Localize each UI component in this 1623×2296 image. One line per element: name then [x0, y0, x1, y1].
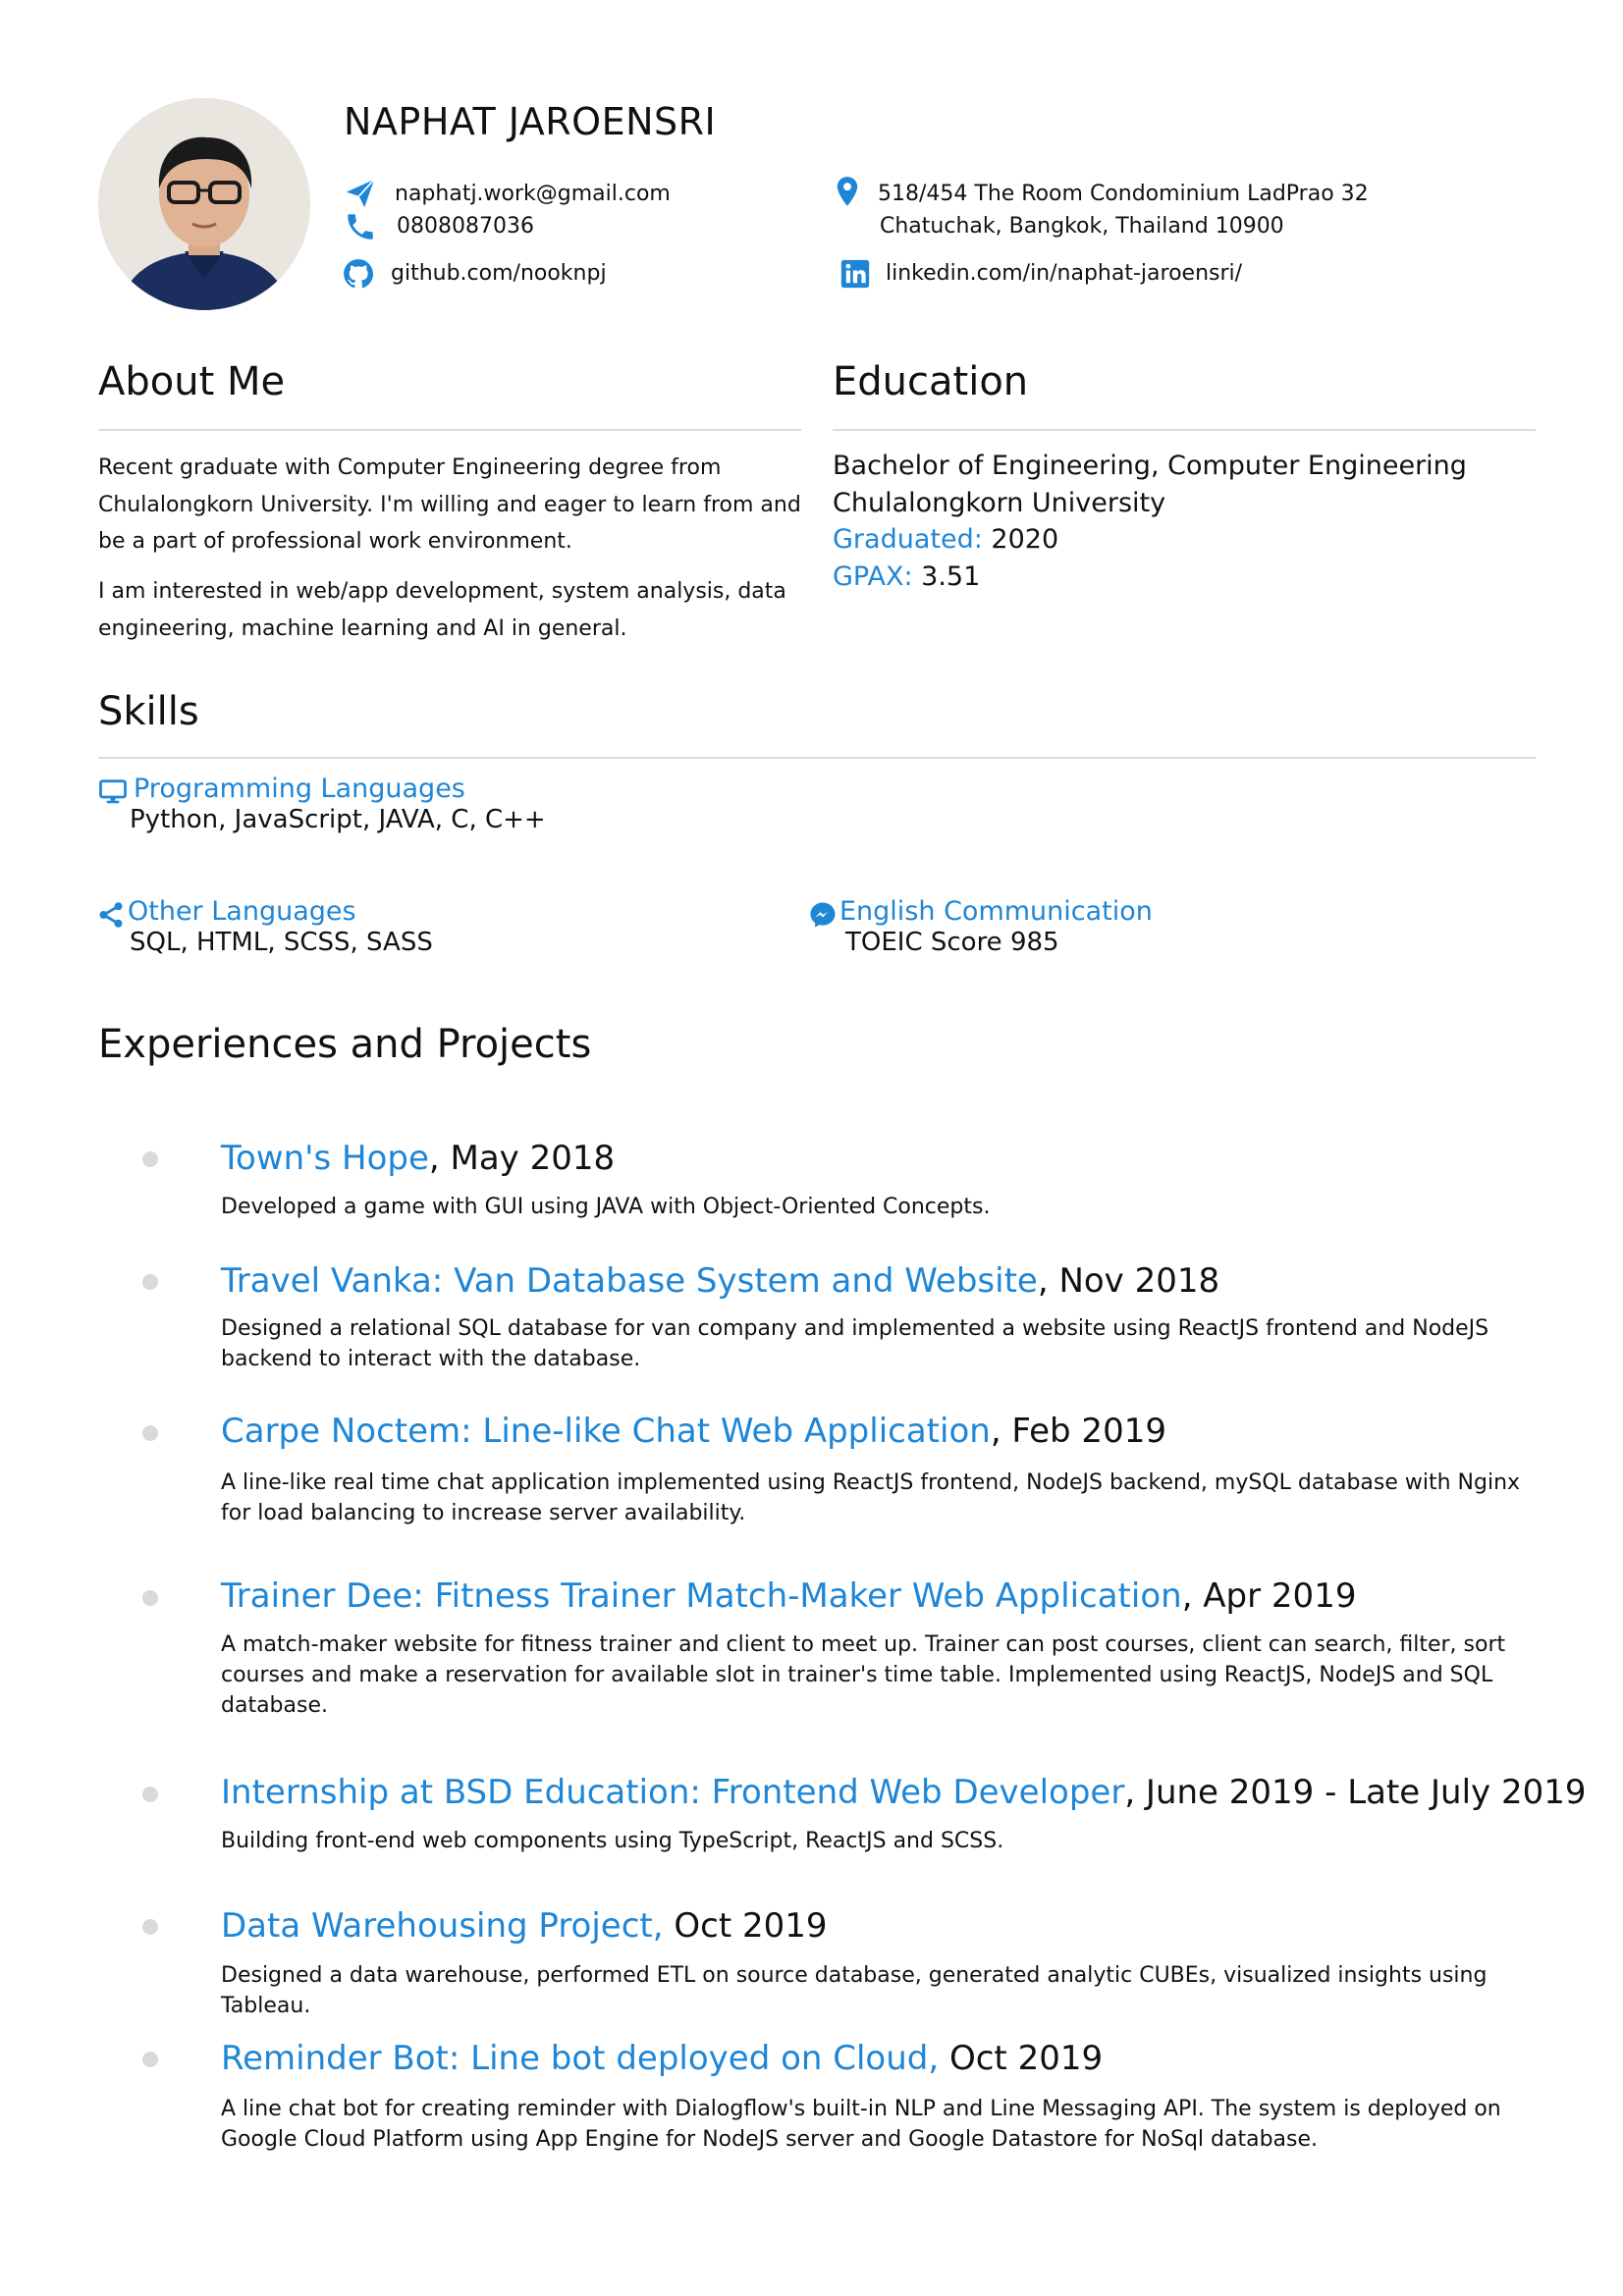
experience-title: Carpe Noctem: Line-like Chat Web Applica…: [221, 1412, 1166, 1451]
skill-other-value: SQL, HTML, SCSS, SASS: [130, 928, 433, 957]
graduated-row: Graduated: 2020: [833, 521, 1536, 559]
messenger-icon: [810, 902, 836, 928]
experience-description: Developed a game with GUI using JAVA wit…: [221, 1195, 991, 1219]
gpax-row: GPAX: 3.51: [833, 559, 1536, 596]
experience-title: Data Warehousing Project, Oct 2019: [221, 1906, 828, 1946]
bullet-marker: [142, 1590, 158, 1606]
project-date: , Feb 2019: [990, 1412, 1166, 1451]
gpax-label: GPAX:: [833, 561, 913, 592]
experience-title: Travel Vanka: Van Database System and We…: [221, 1261, 1219, 1301]
bullet-marker: [142, 1787, 158, 1802]
experience-description: Designed a data warehouse, performed ETL…: [221, 1963, 1488, 2018]
project-name: Trainer Dee: Fitness Trainer Match-Maker…: [221, 1576, 1182, 1616]
skill-english-value: TOEIC Score 985: [845, 928, 1059, 957]
experience-title: Internship at BSD Education: Frontend We…: [221, 1773, 1587, 1812]
skill-programming-label: Programming Languages: [134, 774, 465, 804]
skill-english-label: English Communication: [839, 896, 1153, 927]
experience-title: Trainer Dee: Fitness Trainer Match-Maker…: [221, 1576, 1356, 1616]
phone-icon: [348, 214, 373, 240]
project-name: Carpe Noctem: Line-like Chat Web Applica…: [221, 1412, 991, 1451]
experience-description: A line chat bot for creating reminder wi…: [221, 2097, 1501, 2152]
education-divider: [833, 429, 1536, 431]
project-date: , Nov 2018: [1037, 1261, 1220, 1301]
experiences-title: Experiences and Projects: [98, 1022, 592, 1067]
bullet-marker: [142, 1425, 158, 1441]
project-date: , May 2018: [428, 1139, 616, 1178]
email-text[interactable]: naphatj.work@gmail.com: [395, 182, 671, 206]
skill-other-label: Other Languages: [128, 896, 356, 927]
project-name: Internship at BSD Education: Frontend We…: [221, 1773, 1125, 1812]
phone-text[interactable]: 0808087036: [397, 214, 534, 239]
skill-programming-value: Python, JavaScript, JAVA, C, C++: [130, 805, 546, 834]
about-title: About Me: [98, 359, 286, 404]
experience-description: Building front-end web components using …: [221, 1829, 1004, 1853]
project-date: Oct 2019: [663, 1906, 828, 1946]
experience-description: A match-maker website for fitness traine…: [221, 1632, 1506, 1718]
education-block: Bachelor of Engineering, Computer Engine…: [833, 448, 1536, 595]
about-divider: [98, 429, 801, 431]
university-text: Chulalongkorn University: [833, 487, 1166, 518]
experience-description: A line-like real time chat application i…: [221, 1470, 1521, 1525]
experience-title: Town's Hope, May 2018: [221, 1139, 615, 1178]
project-date: , June 2019 - Late July 2019: [1124, 1773, 1587, 1812]
bullet-marker: [142, 1151, 158, 1167]
project-name: Town's Hope: [221, 1139, 429, 1178]
bullet-marker: [142, 2052, 158, 2067]
map-pin-icon: [837, 177, 858, 206]
about-paragraph-1: Recent graduate with Computer Engineerin…: [98, 455, 801, 554]
about-paragraph-2: I am interested in web/app development, …: [98, 579, 786, 641]
project-date: Oct 2019: [939, 2039, 1104, 2078]
project-date: , Apr 2019: [1181, 1576, 1357, 1616]
address-line-1: 518/454 The Room Condominium LadPrao 32: [878, 182, 1369, 206]
github-link[interactable]: github.com/nooknpj: [391, 261, 607, 286]
experience-title: Reminder Bot: Line bot deployed on Cloud…: [221, 2039, 1103, 2078]
graduated-value: 2020: [991, 524, 1059, 555]
skills-divider: [98, 757, 1536, 759]
bullet-marker: [142, 1274, 158, 1290]
profile-photo: [98, 98, 310, 310]
degree-text: Bachelor of Engineering, Computer Engine…: [833, 451, 1467, 481]
github-icon: [344, 259, 374, 289]
education-title: Education: [833, 359, 1029, 404]
skills-title: Skills: [98, 689, 199, 734]
candidate-name: NAPHAT JAROENSRI: [344, 100, 717, 143]
linkedin-link[interactable]: linkedin.com/in/naphat-jaroensri/: [886, 261, 1242, 286]
bullet-marker: [142, 1919, 158, 1935]
project-name: Reminder Bot: Line bot deployed on Cloud…: [221, 2039, 940, 2078]
share-icon: [99, 902, 123, 928]
gpax-value: 3.51: [921, 561, 981, 592]
experience-description: Designed a relational SQL database for v…: [221, 1316, 1489, 1371]
paper-plane-icon: [346, 179, 375, 208]
monitor-icon: [99, 779, 127, 804]
address-line-2: Chatuchak, Bangkok, Thailand 10900: [880, 214, 1284, 239]
linkedin-icon: [840, 259, 870, 289]
graduated-label: Graduated:: [833, 524, 983, 555]
project-name: Travel Vanka: Van Database System and We…: [221, 1261, 1038, 1301]
project-name: Data Warehousing Project,: [221, 1906, 664, 1946]
